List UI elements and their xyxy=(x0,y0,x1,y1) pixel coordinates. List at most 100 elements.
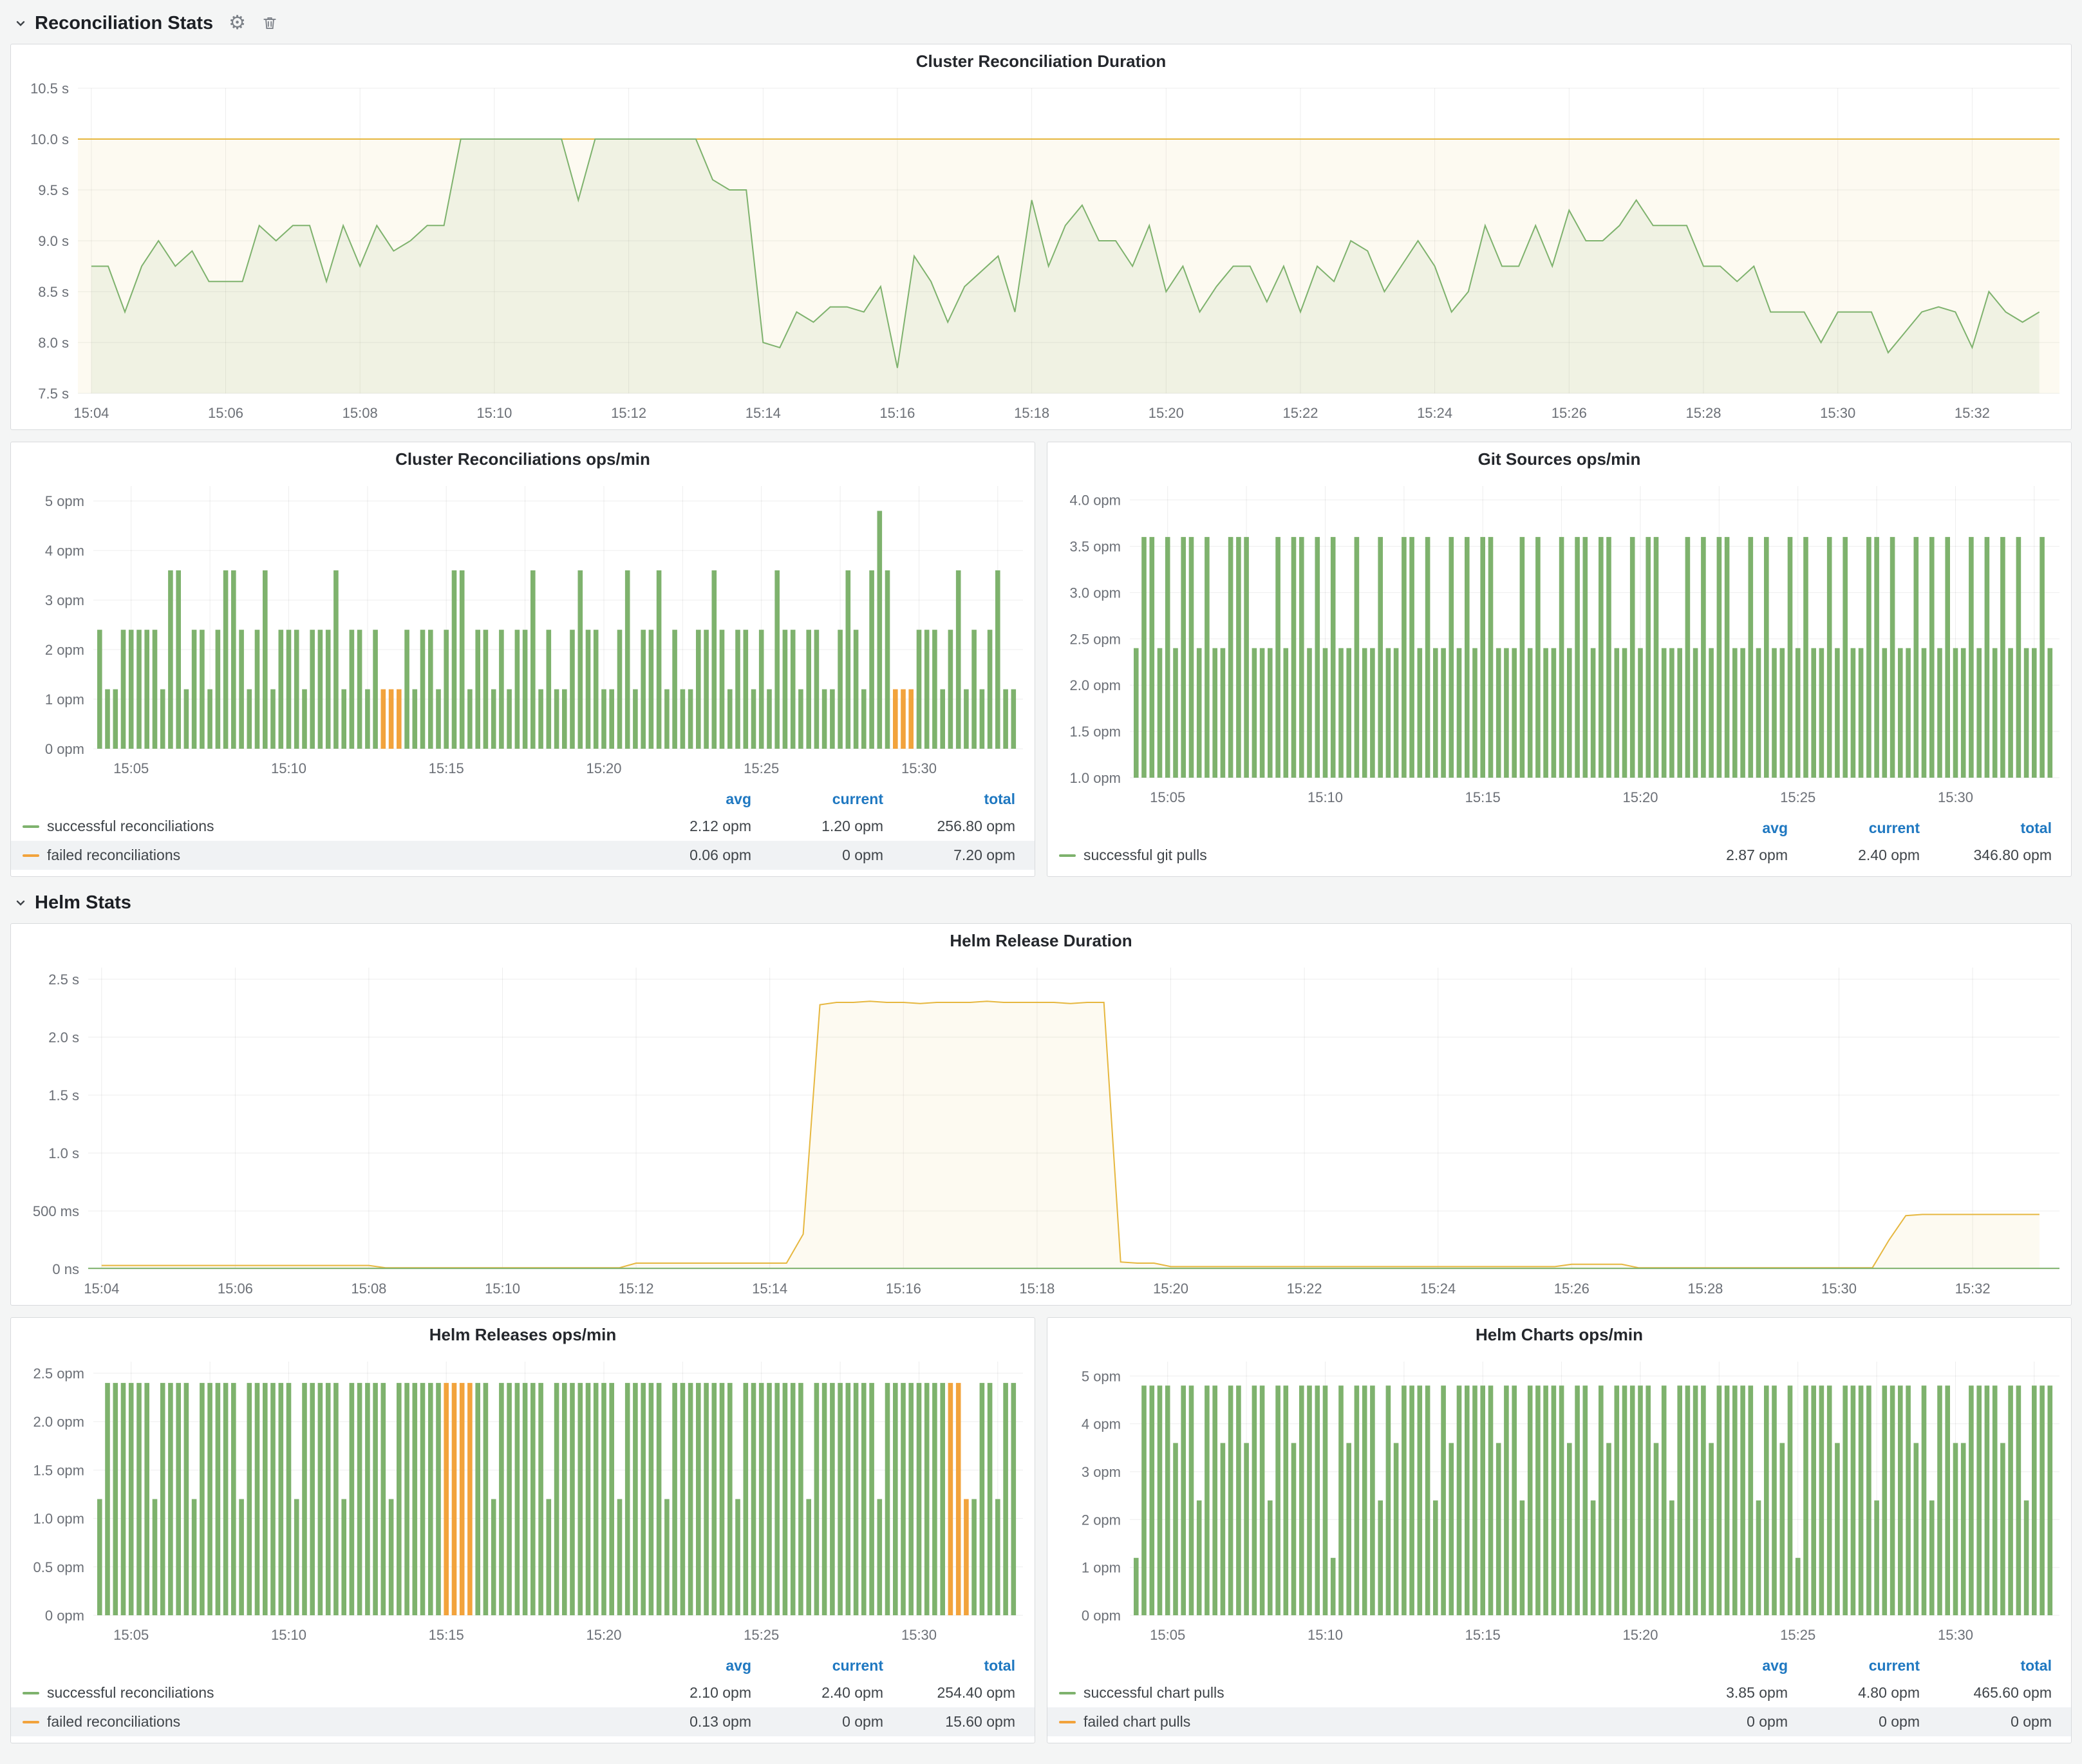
chevron-down-icon[interactable] xyxy=(13,895,28,910)
panel-title[interactable]: Git Sources ops/min xyxy=(1047,442,2071,476)
legend-sort-avg[interactable]: avg xyxy=(619,791,751,808)
svg-text:3 opm: 3 opm xyxy=(45,592,84,608)
svg-text:15:25: 15:25 xyxy=(1780,1627,1815,1643)
legend-sort-total[interactable]: total xyxy=(883,791,1015,808)
svg-text:15:32: 15:32 xyxy=(1955,1281,1991,1297)
svg-text:2.5 opm: 2.5 opm xyxy=(1070,631,1121,647)
git-sources-chart[interactable]: 15:0515:1015:1515:2015:2515:301.0 opm1.5… xyxy=(1047,476,2071,814)
cluster-reconciliation-duration-chart[interactable]: 15:0415:0615:0815:1015:1215:1415:1615:18… xyxy=(11,78,2071,429)
gear-icon[interactable]: ⚙ xyxy=(229,14,246,33)
helm-release-duration-chart[interactable]: 15:0415:0615:0815:1015:1215:1415:1615:18… xyxy=(11,957,2071,1305)
svg-text:15:06: 15:06 xyxy=(218,1281,253,1297)
svg-text:4 opm: 4 opm xyxy=(45,543,84,559)
legend-row: successful chart pulls3.85 opm4.80 opm46… xyxy=(1047,1678,2071,1707)
svg-text:15:15: 15:15 xyxy=(1465,1627,1501,1643)
legend-series-name[interactable]: failed chart pulls xyxy=(1083,1713,1190,1731)
svg-text:2.5 opm: 2.5 opm xyxy=(33,1365,85,1382)
legend-value: 3.85 opm xyxy=(1656,1684,1788,1702)
legend-value: 0.13 opm xyxy=(619,1713,751,1731)
legend-value: 2.10 opm xyxy=(619,1684,751,1702)
legend-sort-avg[interactable]: avg xyxy=(1656,1657,1788,1675)
svg-text:1.5 s: 1.5 s xyxy=(48,1087,79,1103)
trash-icon[interactable] xyxy=(261,15,278,32)
legend-series-name[interactable]: failed reconciliations xyxy=(47,1713,180,1731)
cluster-reconciliations-chart[interactable]: 15:0515:1015:1515:2015:2515:300 opm1 opm… xyxy=(11,476,1035,785)
svg-text:15:08: 15:08 xyxy=(342,405,378,421)
legend: avgcurrenttotal successful chart pulls 3.8… xyxy=(1047,1651,2071,1743)
legend-series-name[interactable]: failed reconciliations xyxy=(47,847,180,864)
legend-sort-total[interactable]: total xyxy=(1920,820,2052,837)
legend-value: 2.87 opm xyxy=(1656,847,1788,864)
svg-text:15:30: 15:30 xyxy=(901,1627,937,1643)
panel-title[interactable]: Cluster Reconciliation Duration xyxy=(11,44,2071,78)
svg-text:1 opm: 1 opm xyxy=(45,691,84,708)
svg-text:15:14: 15:14 xyxy=(752,1281,787,1297)
svg-text:1.5 opm: 1.5 opm xyxy=(1070,724,1121,740)
legend-sort-total[interactable]: total xyxy=(883,1657,1015,1675)
svg-text:15:10: 15:10 xyxy=(1308,789,1343,805)
svg-text:3.0 opm: 3.0 opm xyxy=(1070,585,1121,601)
svg-text:0 opm: 0 opm xyxy=(1082,1608,1121,1624)
legend-series-name[interactable]: successful reconciliations xyxy=(47,818,214,835)
legend-value: 2.40 opm xyxy=(1788,847,1920,864)
reconciliation-panels-row: Cluster Reconciliations ops/min 15:0515:… xyxy=(10,442,2072,877)
legend-value: 465.60 opm xyxy=(1920,1684,2052,1702)
svg-text:8.5 s: 8.5 s xyxy=(38,284,69,300)
svg-text:15:12: 15:12 xyxy=(611,405,646,421)
helm-charts-chart[interactable]: 15:0515:1015:1515:2015:2515:300 opm1 opm… xyxy=(1047,1351,2071,1651)
svg-text:15:20: 15:20 xyxy=(1622,1627,1658,1643)
svg-text:0.5 opm: 0.5 opm xyxy=(33,1559,85,1575)
legend-sort-avg[interactable]: avg xyxy=(1656,820,1788,837)
svg-text:15:15: 15:15 xyxy=(429,1627,464,1643)
svg-text:3 opm: 3 opm xyxy=(1082,1464,1121,1480)
svg-text:15:10: 15:10 xyxy=(271,1627,306,1643)
svg-text:15:20: 15:20 xyxy=(586,1627,621,1643)
svg-text:15:15: 15:15 xyxy=(1465,789,1501,805)
legend-sort-current[interactable]: current xyxy=(1788,820,1920,837)
legend-row: successful reconciliations 2.10 opm2.40 o… xyxy=(11,1678,1035,1707)
legend-sort-current[interactable]: current xyxy=(1788,1657,1920,1675)
section-title[interactable]: Reconciliation Stats xyxy=(35,13,213,34)
panel-cluster-reconciliation-duration: Cluster Reconciliation Duration 15:04 15:… xyxy=(10,44,2072,430)
legend-sort-avg[interactable]: avg xyxy=(619,1657,751,1675)
section-title[interactable]: Helm Stats xyxy=(35,892,131,914)
legend-sort-current[interactable]: current xyxy=(751,791,883,808)
legend-value: 0 opm xyxy=(751,847,883,864)
chart-canvas: 15:05 15:10 15:15 15:20 15:25 15:30 0 opm 0.5 o… xyxy=(11,1351,1035,1651)
chevron-down-icon[interactable] xyxy=(13,15,28,31)
legend-value: 1.20 opm xyxy=(751,818,883,835)
svg-text:15:20: 15:20 xyxy=(1622,789,1658,805)
panel-title[interactable]: Helm Release Duration xyxy=(11,924,2071,957)
helm-panels-row: Helm Releases ops/min 15:0515:1015:1515:… xyxy=(10,1317,2072,1743)
legend-header-row: avgcurrenttotal xyxy=(1047,1653,2071,1678)
svg-text:15:04: 15:04 xyxy=(73,405,109,421)
svg-text:15:04: 15:04 xyxy=(84,1281,119,1297)
legend-series-name[interactable]: successful chart pulls xyxy=(1083,1684,1224,1702)
helm-releases-chart[interactable]: 15:05 15:10 15:15 15:20 15:25 15:30 0 opm 0.5 o… xyxy=(11,1351,1035,1651)
svg-text:15:05: 15:05 xyxy=(113,1627,149,1643)
legend-series-name[interactable]: successful reconciliations xyxy=(47,1684,214,1702)
svg-text:15:25: 15:25 xyxy=(744,1627,779,1643)
legend-sort-total[interactable]: total xyxy=(1920,1657,2052,1675)
section-header-helm-stats[interactable]: Helm Stats xyxy=(13,888,2072,917)
panel-title[interactable]: Cluster Reconciliations ops/min xyxy=(11,442,1035,476)
panel-title[interactable]: Helm Releases ops/min xyxy=(11,1318,1035,1351)
panel-title[interactable]: Helm Charts ops/min xyxy=(1047,1318,2071,1351)
legend-value: 0.06 opm xyxy=(619,847,751,864)
legend: avgcurrenttotal successful reconciliation… xyxy=(11,1651,1035,1743)
legend-sort-current[interactable]: current xyxy=(751,1657,883,1675)
legend-value: 346.80 opm xyxy=(1920,847,2052,864)
svg-text:15:32: 15:32 xyxy=(1955,405,1990,421)
legend-value: 2.40 opm xyxy=(751,1684,883,1702)
svg-text:15:25: 15:25 xyxy=(1780,789,1815,805)
svg-text:15:30: 15:30 xyxy=(1820,405,1855,421)
svg-text:15:14: 15:14 xyxy=(746,405,781,421)
section-header-reconciliation-stats[interactable]: Reconciliation Stats ⚙ xyxy=(13,9,2072,37)
svg-text:0 opm: 0 opm xyxy=(45,1608,84,1624)
series-color-icon xyxy=(1059,1721,1076,1723)
svg-text:10.5 s: 10.5 s xyxy=(30,80,69,97)
legend-series-name[interactable]: successful git pulls xyxy=(1083,847,1207,864)
panel-helm-charts-opm: Helm Charts ops/min 15:0515:1015:1515:20… xyxy=(1047,1317,2072,1743)
svg-text:15:10: 15:10 xyxy=(1308,1627,1343,1643)
chart-canvas: 15:0515:1015:1515:2015:2515:300 opm1 opm… xyxy=(11,476,1035,785)
